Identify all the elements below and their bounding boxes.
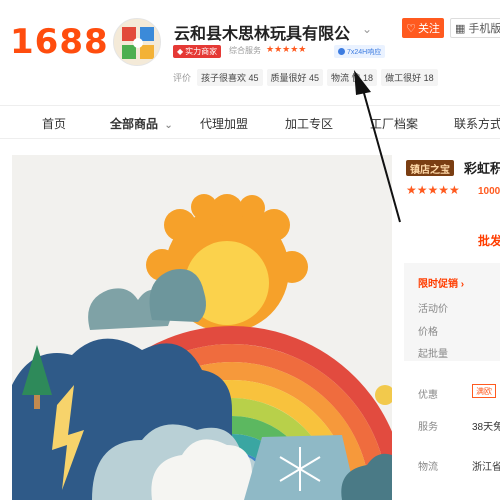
coupon-badge[interactable]: 满欧 bbox=[472, 384, 496, 398]
chevron-right-icon: › bbox=[460, 279, 465, 290]
rating-tag[interactable]: 孩子很喜欢 45 bbox=[197, 69, 263, 86]
nav-home[interactable]: 首页 bbox=[42, 115, 66, 132]
product-info-panel: 镇店之宝 彩虹积 ★★★★★ 1000 批发 限时促销 › 活动价 价格 起批量… bbox=[404, 155, 500, 500]
rating-tag[interactable]: 做工很好 18 bbox=[381, 69, 438, 86]
service-value: 38天免 bbox=[472, 422, 500, 433]
mobile-version-button[interactable]: ▦ 手机版 bbox=[450, 18, 500, 38]
nav-factory[interactable]: 工厂档案 bbox=[370, 115, 418, 132]
shop-nav: 首页 全部商品 ⌄ 代理加盟 加工专区 工厂档案 联系方式 bbox=[0, 105, 500, 139]
rating-tags: 评价 孩子很喜欢 45 质量很好 45 物流 快 18 做工很好 18 bbox=[173, 69, 438, 86]
chevron-down-icon[interactable]: ⌄ bbox=[362, 22, 372, 36]
min-batch-label: 起批量 bbox=[418, 349, 448, 360]
service-response-label: 7x24H响应 bbox=[347, 48, 382, 56]
logistics-value: 浙江省 bbox=[472, 462, 500, 473]
clock-icon bbox=[338, 48, 345, 55]
shop-name[interactable]: 云和县木思林玩具有限公 bbox=[174, 20, 350, 44]
price-label: 价格 bbox=[418, 327, 438, 338]
mobile-label: 手机版 bbox=[468, 23, 500, 35]
product-main-image[interactable] bbox=[12, 155, 392, 500]
service-stars: ★★★★★ bbox=[266, 44, 307, 54]
rating-tag[interactable]: 质量很好 45 bbox=[266, 69, 324, 86]
service-label: 服务 bbox=[418, 422, 438, 433]
rating-label: 评价 bbox=[173, 73, 192, 83]
chevron-down-icon: ⌄ bbox=[164, 120, 173, 131]
coupon-label: 优惠 bbox=[418, 390, 438, 401]
heart-icon: ♡ bbox=[406, 22, 416, 35]
diamond-icon: ◆ bbox=[177, 47, 184, 56]
nav-agency[interactable]: 代理加盟 bbox=[200, 115, 248, 132]
nav-all-products-label: 全部商品 bbox=[110, 117, 159, 131]
strength-badge: ◆ 实力商家 bbox=[173, 45, 222, 58]
activity-price-label: 活动价 bbox=[418, 304, 448, 315]
price-box: 限时促销 › 活动价 价格 起批量 bbox=[404, 263, 500, 361]
shop-header: 1688 云和县木思林玩具有限公 ⌄ ♡ 关注 ▦ 手机版 ◆ 实力商家 综合服… bbox=[0, 0, 500, 100]
site-logo[interactable]: 1688 bbox=[10, 22, 109, 62]
nav-contact[interactable]: 联系方式 bbox=[454, 115, 500, 132]
strength-badge-label: 实力商家 bbox=[185, 47, 218, 56]
wholesale-label: 批发 bbox=[478, 234, 500, 248]
service-response-badge: 7x24H响应 bbox=[334, 45, 386, 58]
product-title: 彩虹积 bbox=[464, 161, 500, 176]
product-stars: ★★★★★ bbox=[406, 183, 460, 197]
nav-processing[interactable]: 加工专区 bbox=[285, 115, 333, 132]
rating-count[interactable]: 1000 bbox=[478, 186, 500, 197]
promo-label[interactable]: 限时促销 › bbox=[418, 275, 464, 290]
logistics-label: 物流 bbox=[418, 462, 438, 473]
treasure-badge: 镇店之宝 bbox=[406, 160, 454, 176]
service-score-label: 综合服务 bbox=[229, 46, 261, 55]
shop-avatar[interactable] bbox=[113, 18, 161, 66]
nav-all-products[interactable]: 全部商品 ⌄ bbox=[110, 115, 173, 132]
follow-label: 关注 bbox=[417, 23, 440, 35]
qr-code-icon: ▦ bbox=[455, 22, 466, 35]
promo-label-text: 限时促销 bbox=[418, 279, 458, 290]
rating-tag[interactable]: 物流 快 18 bbox=[327, 69, 378, 86]
follow-button[interactable]: ♡ 关注 bbox=[402, 18, 444, 38]
